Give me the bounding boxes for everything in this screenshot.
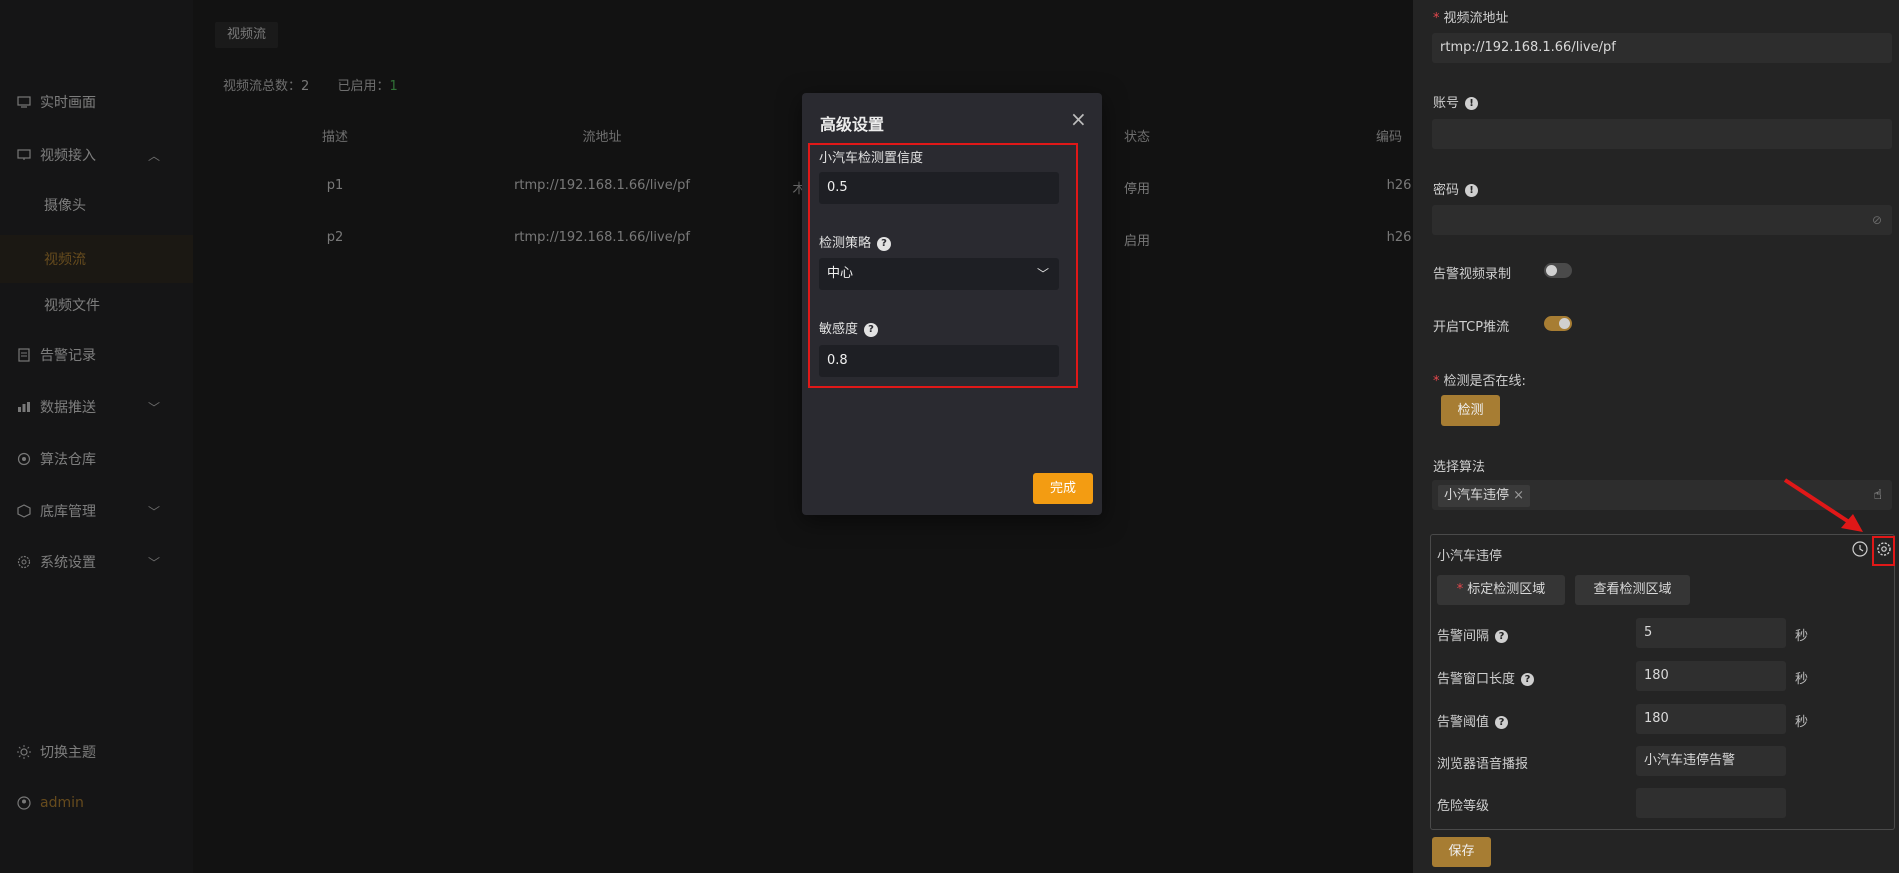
alarm-record-label: 告警视频录制 <box>1433 267 1512 282</box>
account-input[interactable] <box>1432 119 1892 149</box>
hand-pointer-icon: ☝ <box>1873 487 1882 503</box>
voice-broadcast-label: 浏览器语音播报 <box>1437 757 1529 772</box>
danger-level-label: 危险等级 <box>1437 799 1490 814</box>
help-icon: ? <box>877 236 892 251</box>
tcp-push-toggle[interactable] <box>1544 316 1572 331</box>
red-arrow-annotation <box>1783 478 1863 532</box>
window-length-unit: 秒 <box>1795 672 1809 687</box>
strategy-label: 检测策略? <box>819 232 892 251</box>
window-length-label: 告警窗口长度? <box>1437 668 1535 687</box>
tag-remove-icon[interactable]: × <box>1513 488 1524 503</box>
sensitivity-input[interactable]: 0.8 <box>819 345 1059 377</box>
clock-icon[interactable] <box>1852 541 1868 561</box>
algorithm-tag: 小汽车违停 × <box>1438 485 1531 507</box>
detect-button[interactable]: 检测 <box>1441 395 1500 426</box>
alarm-record-toggle[interactable] <box>1544 263 1572 278</box>
eye-off-icon[interactable]: ⊘ <box>1872 205 1882 235</box>
stream-edit-panel: * 视频流地址 rtmp://192.168.1.66/live/pf 账号! 密… <box>1413 0 1899 873</box>
algorithm-label: 选择算法 <box>1433 460 1486 475</box>
done-button[interactable]: 完成 <box>1033 473 1093 504</box>
advanced-settings-dialog: 高级设置 × 小汽车检测置信度 0.5 检测策略? 中心 ﹀ 敏感度? 0.8 … <box>802 93 1102 515</box>
chevron-down-icon: ﹀ <box>1036 267 1049 281</box>
threshold-unit: 秒 <box>1795 715 1809 730</box>
algorithm-card: 小汽车违停 * 标定检测区域 查看检测区域 告警间隔? 5 秒 告警窗口长度? 1… <box>1430 534 1895 830</box>
threshold-input[interactable]: 180 <box>1636 704 1786 734</box>
info-icon: ! <box>1465 97 1479 110</box>
dialog-title: 高级设置 <box>820 115 885 134</box>
password-input[interactable]: ⊘ <box>1432 205 1892 235</box>
voice-broadcast-input[interactable]: 小汽车违停告警 <box>1636 746 1786 776</box>
account-label: 账号! <box>1433 92 1479 111</box>
help-icon: ? <box>1495 630 1509 643</box>
modal-overlay <box>0 0 1413 873</box>
info-icon: ! <box>1465 184 1479 197</box>
stream-url-input[interactable]: rtmp://192.168.1.66/live/pf <box>1432 33 1892 63</box>
confidence-input[interactable]: 0.5 <box>819 172 1059 204</box>
interval-input[interactable]: 5 <box>1636 618 1786 648</box>
password-label: 密码! <box>1433 179 1479 198</box>
interval-unit: 秒 <box>1795 629 1809 644</box>
help-icon: ? <box>1521 673 1535 686</box>
threshold-label: 告警阈值? <box>1437 711 1509 730</box>
confidence-label: 小汽车检测置信度 <box>819 151 924 166</box>
save-button[interactable]: 保存 <box>1432 837 1491 867</box>
online-check-label: * 检测是否在线: <box>1433 374 1526 389</box>
strategy-value: 中心 <box>827 266 854 281</box>
close-icon[interactable]: × <box>1070 107 1087 131</box>
interval-label: 告警间隔? <box>1437 625 1509 644</box>
algorithm-card-title: 小汽车违停 <box>1437 549 1503 564</box>
view-area-button[interactable]: 查看检测区域 <box>1575 575 1690 605</box>
strategy-select[interactable]: 中心 ﹀ <box>819 258 1059 290</box>
window-length-input[interactable]: 180 <box>1636 661 1786 691</box>
danger-level-input[interactable] <box>1636 788 1786 818</box>
tcp-push-label: 开启TCP推流 <box>1433 320 1510 335</box>
mark-area-button[interactable]: * 标定检测区域 <box>1437 575 1565 605</box>
gear-highlight-box <box>1872 536 1895 566</box>
sensitivity-label: 敏感度? <box>819 318 879 337</box>
help-icon: ? <box>864 322 879 337</box>
stream-url-label: * 视频流地址 <box>1433 11 1509 26</box>
help-icon: ? <box>1495 716 1509 729</box>
